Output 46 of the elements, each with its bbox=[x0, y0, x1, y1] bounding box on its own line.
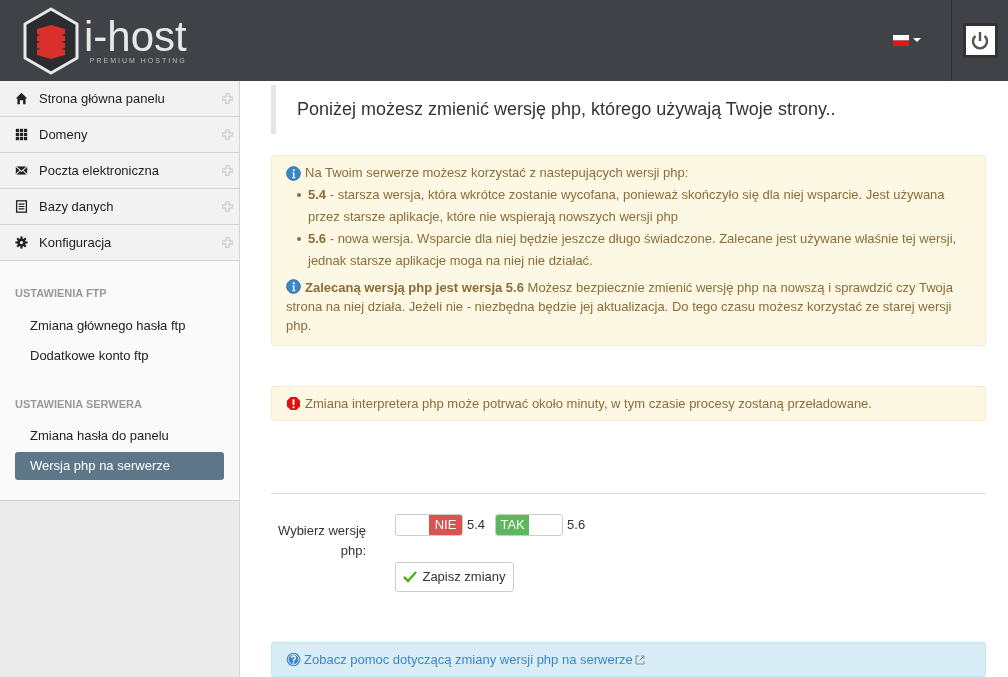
page-title: Poniżej możesz zmienić wersję php, którego używają Twoje strony.. bbox=[297, 98, 837, 121]
info-text: 5.6 - nowa wersja. Wsparcie dla niej będzie jeszcze długo świadczone. Zalecane jest używane właśnie tej wersji, jednak starsze aplikacje moga na niej nie działać. bbox=[308, 230, 958, 270]
section-heading: USTAWIENIA SERWERA bbox=[15, 396, 143, 412]
envelope-icon bbox=[15, 164, 28, 177]
home-icon bbox=[15, 92, 28, 105]
power-icon bbox=[969, 29, 991, 52]
alert-icon bbox=[286, 396, 301, 411]
plus-icon bbox=[222, 165, 233, 176]
grid-icon bbox=[15, 128, 28, 141]
info-text: 5.4 - starsza wersja, która wkrótce zostanie wycofana, ponieważ skończyło się dla niej wsparcie. Jest używana przez starsze aplikacje, które nie wspierają nowszych wersji php bbox=[308, 186, 946, 226]
menu-item[interactable]: Konfiguracja bbox=[0, 225, 239, 261]
plus-icon bbox=[222, 129, 233, 140]
logout-button[interactable] bbox=[962, 23, 998, 58]
checkmark-icon bbox=[403, 571, 418, 583]
flag-icon bbox=[893, 35, 909, 46]
gear-icon bbox=[15, 236, 28, 249]
plus-icon bbox=[222, 93, 233, 104]
bullet-icon bbox=[297, 193, 301, 197]
caret-icon bbox=[913, 38, 921, 43]
submenu-item[interactable]: Zmiana hasła do panelu bbox=[15, 422, 224, 450]
menu-item[interactable]: Domeny bbox=[0, 117, 239, 153]
list-icon bbox=[15, 200, 28, 213]
section-heading: USTAWIENIA FTP bbox=[15, 286, 108, 301]
submenu-item[interactable]: Dodatkowe konto ftp bbox=[15, 341, 224, 370]
toggle-switch[interactable]: NIE bbox=[395, 514, 463, 536]
logo-text: i-host bbox=[84, 17, 187, 57]
info-icon bbox=[286, 279, 301, 294]
submenu-item[interactable]: Zmiana głównego hasła ftp bbox=[15, 311, 224, 340]
info-text: Na Twoim serwerze możesz korzystać z nastepujących wersji php: bbox=[305, 164, 689, 182]
info-text: Zalecaną wersją php jest wersja 5.6 Możesz bezpiecznie zmienić wersję php na nowszą i sprawdzić czy Twoja strona na niej działa. Jeżeli nie - niezbędna będzie jej aktualizacja. Do tego czasu możesz korzystać ze starej wersji php. bbox=[286, 278, 954, 335]
menu-item[interactable]: Strona główna panelu bbox=[0, 81, 239, 117]
language-dropdown[interactable] bbox=[893, 35, 921, 46]
external-link-icon bbox=[634, 654, 645, 665]
version-label: 5.4 bbox=[467, 516, 486, 535]
menu-item[interactable]: Poczta elektroniczna bbox=[0, 153, 239, 189]
plus-icon bbox=[222, 201, 233, 212]
submenu-item[interactable]: Wersja php na serwerze bbox=[15, 452, 224, 480]
warning-text: Zmiana interpretera php może potrwać około minuty, w tym czasie procesy zostaną przeładowane. bbox=[305, 394, 872, 413]
bullet-icon bbox=[297, 237, 301, 241]
help-icon bbox=[286, 652, 301, 667]
menu-item[interactable]: Bazy danych bbox=[0, 189, 239, 225]
version-label: 5.6 bbox=[567, 516, 586, 535]
field-label: Wybierz wersję php: bbox=[277, 522, 366, 560]
info-icon bbox=[286, 165, 301, 181]
save-button[interactable]: Zapisz zmiany bbox=[395, 562, 514, 592]
plus-icon bbox=[222, 237, 233, 248]
